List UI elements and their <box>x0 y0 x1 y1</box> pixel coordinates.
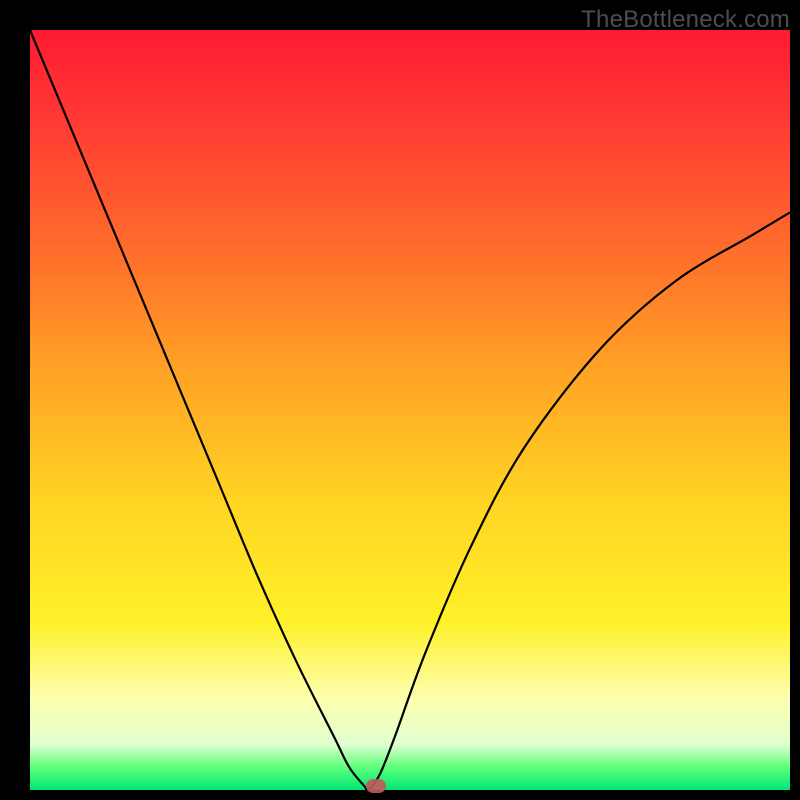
plot-area <box>30 30 790 790</box>
optimal-marker <box>366 779 386 793</box>
bottleneck-curve <box>30 30 790 790</box>
watermark-text: TheBottleneck.com <box>581 6 790 34</box>
